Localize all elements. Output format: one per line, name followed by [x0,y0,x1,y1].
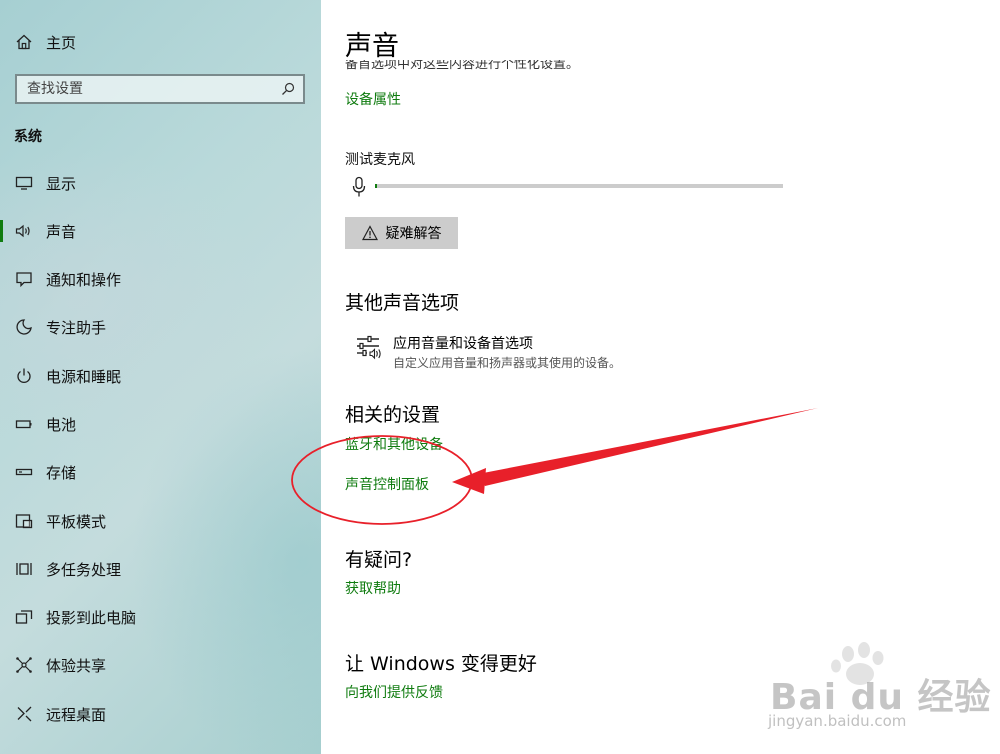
improve-windows-heading: 让 Windows 变得更好 [345,653,537,675]
monitor-icon [14,173,34,193]
sidebar-item-notifications[interactable]: 通知和操作 [0,257,321,301]
sidebar-item-multitasking[interactable]: 多任务处理 [0,547,321,591]
sidebar-item-sound[interactable]: 声音 [0,209,321,253]
sidebar-item-remote-desktop[interactable]: 远程桌面 [0,692,321,736]
sidebar-item-shared-experiences[interactable]: 体验共享 [0,643,321,687]
sound-control-panel-link[interactable]: 声音控制面板 [345,474,429,494]
multitask-icon [14,559,34,579]
sidebar-item-label: 投影到此电脑 [46,608,137,627]
remote-icon [14,704,34,724]
bluetooth-devices-link[interactable]: 蓝牙和其他设备 [345,434,443,454]
sidebar-item-storage[interactable]: 存储 [0,450,321,494]
sidebar-item-label: 电池 [46,415,77,434]
search-box[interactable] [15,74,305,104]
page-title: 声音 [345,31,399,62]
troubleshoot-button[interactable]: 疑难解答 [345,217,458,249]
sidebar-section-title: 系统 [14,129,42,145]
project-icon [14,607,34,627]
sidebar-item-focus-assist[interactable]: 专注助手 [0,305,321,349]
microphone-level-fill [375,184,377,188]
device-properties-link[interactable]: 设备属性 [345,89,401,109]
troubleshoot-label: 疑难解答 [385,225,442,241]
test-microphone-label: 测试麦克风 [345,152,415,168]
sidebar-item-home[interactable]: 主页 [0,20,321,64]
home-icon [14,32,34,52]
app-volume-option-description: 自定义应用音量和扬声器或其使用的设备。 [393,356,622,370]
sidebar-item-label: 声音 [46,222,77,241]
sidebar-item-power-sleep[interactable]: 电源和睡眠 [0,354,321,398]
volume-mixer-icon[interactable] [355,334,383,362]
sidebar-item-project-to-pc[interactable]: 投影到此电脑 [0,595,321,639]
active-indicator [0,220,3,242]
share-icon [14,655,34,675]
sidebar-item-label: 多任务处理 [46,560,122,579]
sidebar-item-label: 电源和睡眠 [46,367,122,386]
sidebar-item-label: 平板模式 [46,512,107,531]
sidebar-item-label: 存储 [46,463,77,482]
sidebar-item-label: 体验共享 [46,656,107,675]
notification-icon [14,269,34,289]
sidebar-item-label: 远程桌面 [46,705,107,724]
speaker-icon [14,221,34,241]
sidebar-item-label: 通知和操作 [46,270,122,289]
get-help-link[interactable]: 获取帮助 [345,578,401,598]
sidebar-item-label: 显示 [46,174,77,193]
sidebar-item-tablet-mode[interactable]: 平板模式 [0,499,321,543]
settings-sidebar: 主页 系统 显示 声音 通知和操作 专注助手 电源和睡眠 [0,0,321,754]
sidebar-item-battery[interactable]: 电池 [0,402,321,446]
description-text: 备首选项中对这些内容进行个性化设置。 [345,60,580,72]
microphone-level-bar [375,184,783,188]
microphone-icon [352,176,366,197]
search-input[interactable] [17,76,267,102]
app-volume-option-title[interactable]: 应用音量和设备首选项 [393,333,533,353]
related-settings-heading: 相关的设置 [345,404,441,426]
warning-icon [361,225,378,241]
search-icon[interactable] [281,82,295,96]
storage-icon [14,462,34,482]
feedback-link[interactable]: 向我们提供反馈 [345,682,443,702]
power-icon [14,366,34,386]
sidebar-item-label: 主页 [46,33,77,52]
question-heading: 有疑问? [345,549,413,571]
moon-icon [14,317,34,337]
battery-icon [14,414,34,434]
other-sound-options-heading: 其他声音选项 [345,292,460,314]
sidebar-item-label: 专注助手 [46,318,107,337]
tablet-icon [14,511,34,531]
sidebar-item-display[interactable]: 显示 [0,161,321,205]
watermark-url: jingyan.baidu.com [768,712,907,730]
